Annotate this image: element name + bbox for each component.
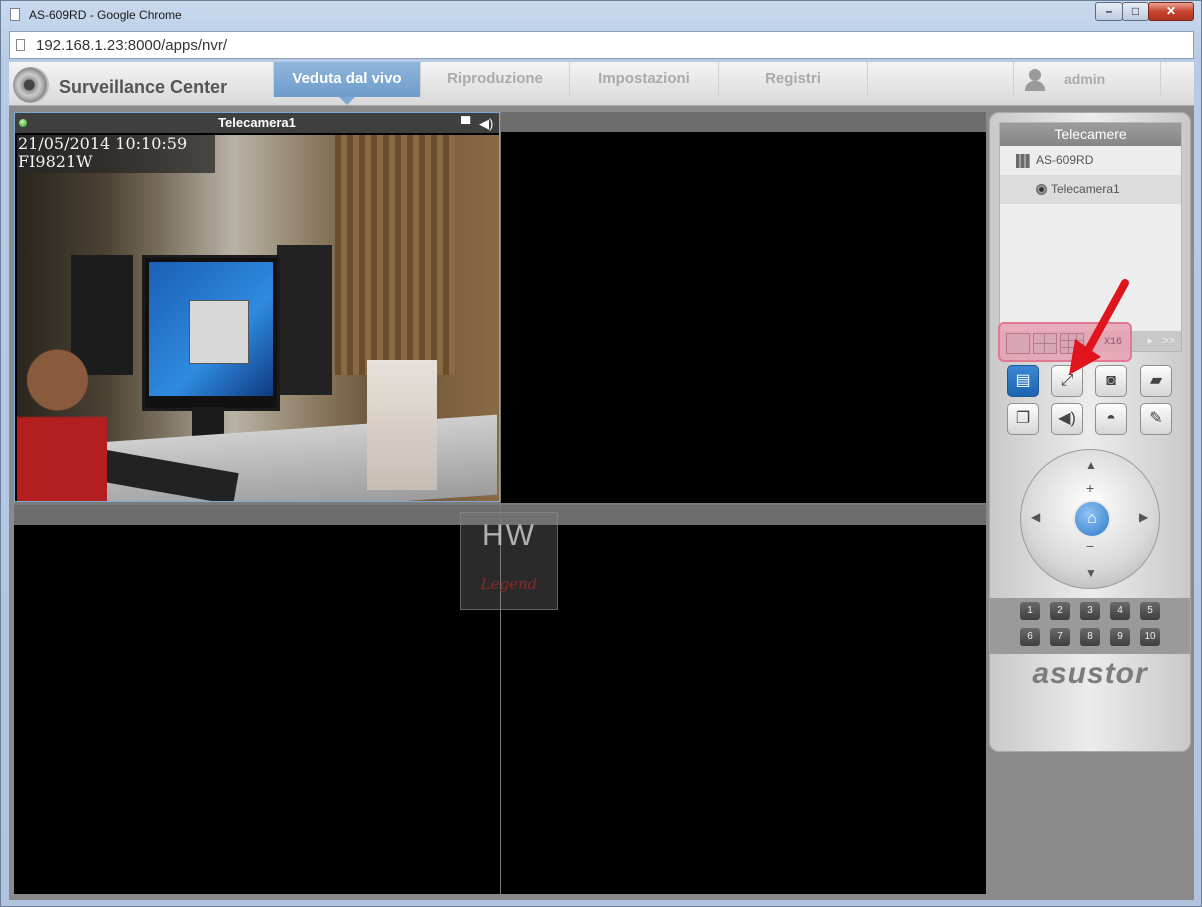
user-name: admin	[1064, 71, 1106, 87]
ptz-up-icon[interactable]: ▲	[1085, 458, 1097, 472]
audio-button[interactable]: ◀)	[1051, 403, 1083, 435]
scene-blinds	[335, 135, 455, 375]
multi-view-button[interactable]: ❐	[1007, 403, 1039, 435]
watermark-logo: HW Legend	[460, 512, 558, 610]
layout-mode-button[interactable]: ▤	[1007, 365, 1039, 397]
speaker-icon[interactable]: ◀)	[479, 116, 493, 132]
browser-window: AS-609RD - Google Chrome – □ ✕ 192.168.1…	[0, 0, 1202, 907]
preset-10[interactable]: 10	[1140, 628, 1160, 646]
ptz-right-icon[interactable]: ▶	[1139, 510, 1148, 524]
minimize-icon: –	[1105, 4, 1113, 18]
camera-tree-title: Telecamere	[1000, 123, 1181, 146]
tab-logs[interactable]: Registri	[718, 62, 868, 97]
layout-4-button[interactable]	[1033, 333, 1057, 354]
video-osd: 21/05/2014 10:10:59 FI9821W	[17, 135, 215, 173]
annotation-arrow-icon	[1069, 279, 1129, 375]
url-text[interactable]: 192.168.1.23:8000/apps/nvr/	[36, 37, 227, 54]
video-cell-4[interactable]	[501, 505, 986, 894]
camera-feed: 21/05/2014 10:10:59 FI9821W	[17, 135, 499, 501]
preset-5[interactable]: 5	[1140, 602, 1160, 620]
camera-icon	[1036, 184, 1047, 195]
user-icon	[1024, 69, 1046, 91]
video-cell-2[interactable]	[501, 112, 986, 503]
preset-9[interactable]: 9	[1110, 628, 1130, 646]
window-title: AS-609RD - Google Chrome	[29, 8, 182, 22]
top-navigation: Surveillance Center Veduta dal vivo Ripr…	[9, 62, 1194, 106]
watermark-top: HW	[482, 519, 536, 552]
user-menu[interactable]: admin	[1013, 62, 1161, 97]
scene-person	[17, 335, 107, 501]
server-label: AS-609RD	[1036, 153, 1094, 167]
camera-label: Telecamera1	[1051, 182, 1120, 196]
zoom-out-icon[interactable]: −	[1086, 538, 1094, 554]
camera-title: Telecamera1	[218, 115, 296, 130]
ptz-left-icon[interactable]: ◀	[1031, 510, 1040, 524]
cell-header	[501, 112, 986, 132]
preset-2[interactable]: 2	[1050, 602, 1070, 620]
minimize-button[interactable]: –	[1095, 2, 1123, 21]
video-camera-icon: ▰	[1149, 372, 1163, 389]
close-icon: ✕	[1165, 4, 1177, 18]
maximize-icon: □	[1131, 4, 1140, 18]
watermark-bottom: Legend	[480, 575, 538, 593]
brand-logo: asustor	[1032, 657, 1148, 690]
dome-camera-icon: ◓	[1106, 410, 1116, 427]
page-icon	[10, 8, 20, 21]
tab-settings[interactable]: Impostazioni	[569, 62, 718, 97]
zoom-in-icon[interactable]: +	[1086, 480, 1094, 496]
video-cell-1[interactable]: Telecamera1 ▀ ◀) 21/05/2014 10:10:59 FI9…	[14, 112, 500, 502]
app-title: Surveillance Center	[59, 77, 228, 97]
tools-button[interactable]: ✎	[1140, 403, 1172, 435]
maximize-button[interactable]: □	[1122, 2, 1149, 21]
web-content: Surveillance Center Veduta dal vivo Ripr…	[9, 62, 1194, 900]
ptz-home-button[interactable]: ⌂	[1073, 500, 1111, 538]
document-icon	[16, 39, 25, 51]
server-icon	[1016, 154, 1030, 168]
layout-icon: ▤	[1015, 372, 1031, 389]
ptz-camera-button[interactable]: ◓	[1095, 403, 1127, 435]
video-grid: Telecamera1 ▀ ◀) 21/05/2014 10:10:59 FI9…	[14, 112, 986, 894]
wrench-icon: ✎	[1149, 410, 1163, 427]
address-bar[interactable]: 192.168.1.23:8000/apps/nvr/	[9, 31, 1194, 59]
title-bar: AS-609RD - Google Chrome – □ ✕	[1, 1, 1201, 29]
record-button[interactable]: ▰	[1140, 365, 1172, 397]
preset-3[interactable]: 3	[1080, 602, 1100, 620]
ptz-down-icon[interactable]: ▼	[1085, 566, 1097, 580]
tree-item-server[interactable]: AS-609RD	[1000, 146, 1181, 175]
layout-1-button[interactable]	[1006, 333, 1030, 354]
ptz-control[interactable]: ▲ ▼ ◀ ▶ + − ⌂	[1020, 449, 1160, 589]
cell-header: Telecamera1 ▀ ◀)	[15, 113, 499, 133]
cell-header	[14, 505, 500, 525]
preset-7[interactable]: 7	[1050, 628, 1070, 646]
camera-logo-icon	[13, 67, 49, 103]
cell-header	[501, 505, 986, 525]
printer-icon[interactable]: ▀	[461, 116, 470, 131]
video-cell-3[interactable]	[14, 505, 500, 894]
scene-monitor	[142, 255, 280, 411]
preset-6[interactable]: 6	[1020, 628, 1040, 646]
scene-speaker-right	[277, 245, 332, 395]
control-panel: Telecamere AS-609RD Telecamera1 ▸ >> X16	[989, 112, 1191, 752]
tree-item-camera[interactable]: Telecamera1	[1000, 175, 1181, 204]
preset-8[interactable]: 8	[1080, 628, 1100, 646]
osd-datetime: 21/05/2014 10:10:59	[18, 135, 188, 153]
tab-playback[interactable]: Riproduzione	[420, 62, 569, 97]
close-button[interactable]: ✕	[1148, 2, 1194, 21]
osd-model: FI9821W	[18, 152, 93, 171]
preset-4[interactable]: 4	[1110, 602, 1130, 620]
scene-box	[367, 360, 437, 490]
copy-icon: ❐	[1015, 410, 1031, 427]
home-icon: ⌂	[1087, 510, 1097, 527]
tab-live-view[interactable]: Veduta dal vivo	[273, 62, 420, 105]
preset-1[interactable]: 1	[1020, 602, 1040, 620]
audio-icon: ◀)	[1058, 410, 1076, 427]
preset-area: 1 2 3 4 5 6 7 8 9 10	[990, 598, 1190, 654]
